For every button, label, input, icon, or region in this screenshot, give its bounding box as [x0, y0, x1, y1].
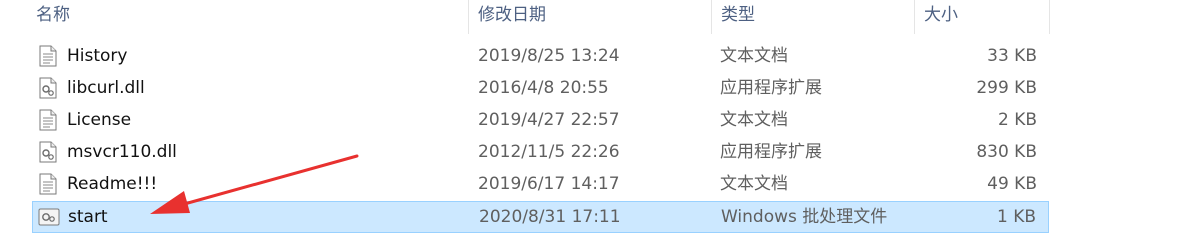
file-name: License	[67, 110, 132, 130]
file-row[interactable]: libcurl.dll 2016/4/8 20:55 应用程序扩展 299 KB	[32, 73, 1049, 105]
file-name: msvcr110.dll	[67, 142, 177, 162]
file-type: 应用程序扩展	[720, 142, 822, 162]
file-size: 1 KB	[996, 207, 1036, 227]
file-type: 文本文档	[720, 174, 788, 194]
column-divider[interactable]	[914, 0, 915, 34]
text-file-icon	[39, 109, 57, 131]
dll-file-icon	[39, 77, 57, 99]
file-size: 830 KB	[976, 142, 1037, 162]
file-row[interactable]: msvcr110.dll 2012/11/5 22:26 应用程序扩展 830 KB	[32, 137, 1049, 169]
file-modified-date: 2019/6/17 14:17	[478, 174, 620, 194]
file-size: 33 KB	[987, 46, 1037, 66]
column-header-size[interactable]: 大小	[916, 0, 1050, 30]
file-size: 299 KB	[976, 78, 1037, 98]
file-type: 应用程序扩展	[720, 78, 822, 98]
column-header-type[interactable]: 类型	[713, 0, 913, 30]
file-modified-date: 2020/8/31 17:11	[479, 207, 621, 227]
file-name: History	[67, 46, 128, 66]
file-name: Readme!!!	[67, 174, 158, 194]
column-divider[interactable]	[711, 0, 712, 34]
file-name: start	[68, 207, 108, 227]
file-row[interactable]: History 2019/8/25 13:24 文本文档 33 KB	[32, 41, 1049, 73]
file-modified-date: 2019/8/25 13:24	[478, 46, 620, 66]
column-divider[interactable]	[1049, 0, 1050, 34]
file-size: 2 KB	[997, 110, 1037, 130]
file-modified-date: 2012/11/5 22:26	[478, 142, 620, 162]
file-type: Windows 批处理文件	[721, 207, 888, 227]
column-header: 名称 ^ 修改日期 类型 大小	[0, 0, 1193, 34]
file-explorer-window: 名称 ^ 修改日期 类型 大小 History 2019/8/25 13:24 文本…	[0, 0, 1193, 239]
batch-file-icon	[38, 208, 60, 230]
sort-up-icon: ^	[244, 0, 252, 7]
file-row[interactable]: Readme!!! 2019/6/17 14:17 文本文档 49 KB	[32, 169, 1049, 201]
file-size: 49 KB	[987, 174, 1037, 194]
column-header-modified[interactable]: 修改日期	[470, 0, 710, 30]
file-name: libcurl.dll	[67, 78, 145, 98]
file-type: 文本文档	[720, 46, 788, 66]
dll-file-icon	[39, 141, 57, 163]
file-type: 文本文档	[720, 110, 788, 130]
file-modified-date: 2019/4/27 22:57	[478, 110, 620, 130]
file-row[interactable]: start 2020/8/31 17:11 Windows 批处理文件 1 KB	[32, 201, 1049, 233]
text-file-icon	[39, 45, 57, 67]
text-file-icon	[39, 173, 57, 195]
file-row[interactable]: License 2019/4/27 22:57 文本文档 2 KB	[32, 105, 1049, 137]
column-divider[interactable]	[468, 0, 469, 34]
file-modified-date: 2016/4/8 20:55	[478, 78, 609, 98]
